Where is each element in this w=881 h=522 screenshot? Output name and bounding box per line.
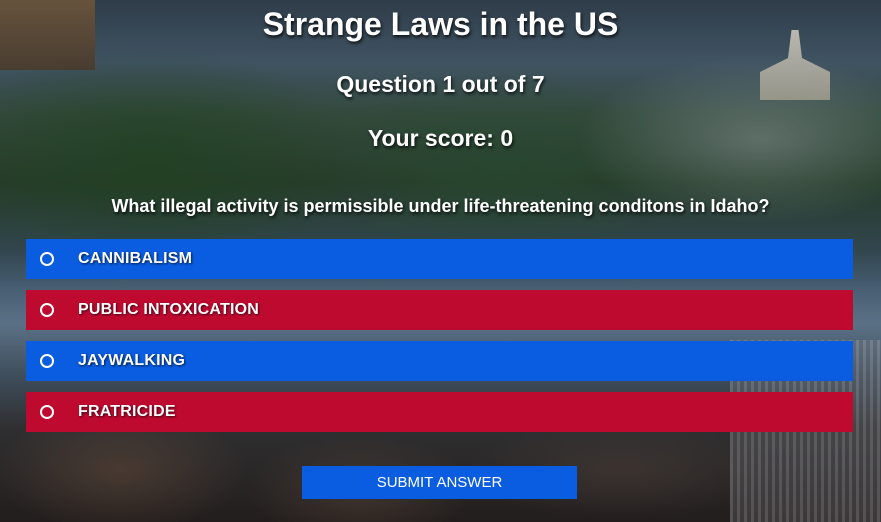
answer-option-label: CANNIBALISM bbox=[78, 250, 193, 267]
answer-option-label: FRATRICIDE bbox=[78, 403, 176, 420]
answer-option-public-intoxication[interactable]: PUBLIC INTOXICATION bbox=[26, 290, 853, 330]
radio-icon[interactable] bbox=[40, 303, 54, 317]
submit-answer-button[interactable]: SUBMIT ANSWER bbox=[302, 466, 577, 499]
radio-icon[interactable] bbox=[40, 354, 54, 368]
answer-option-label: JAYWALKING bbox=[78, 352, 186, 369]
answer-option-fratricide[interactable]: FRATRICIDE bbox=[26, 392, 853, 432]
answer-option-jaywalking[interactable]: JAYWALKING bbox=[26, 341, 853, 381]
radio-icon[interactable] bbox=[40, 405, 54, 419]
answer-option-cannibalism[interactable]: CANNIBALISM bbox=[26, 239, 853, 279]
radio-icon[interactable] bbox=[40, 252, 54, 266]
score-display: Your score: 0 bbox=[367, 125, 514, 151]
answer-options: CANNIBALISM PUBLIC INTOXICATION JAYWALKI… bbox=[26, 239, 853, 443]
answer-option-label: PUBLIC INTOXICATION bbox=[78, 301, 259, 318]
question-text: What illegal activity is permissible und… bbox=[111, 196, 770, 216]
page-title: Strange Laws in the US bbox=[262, 6, 619, 42]
quiz-container: Strange Laws in the US Question 1 out of… bbox=[0, 0, 881, 522]
question-counter: Question 1 out of 7 bbox=[336, 71, 545, 97]
